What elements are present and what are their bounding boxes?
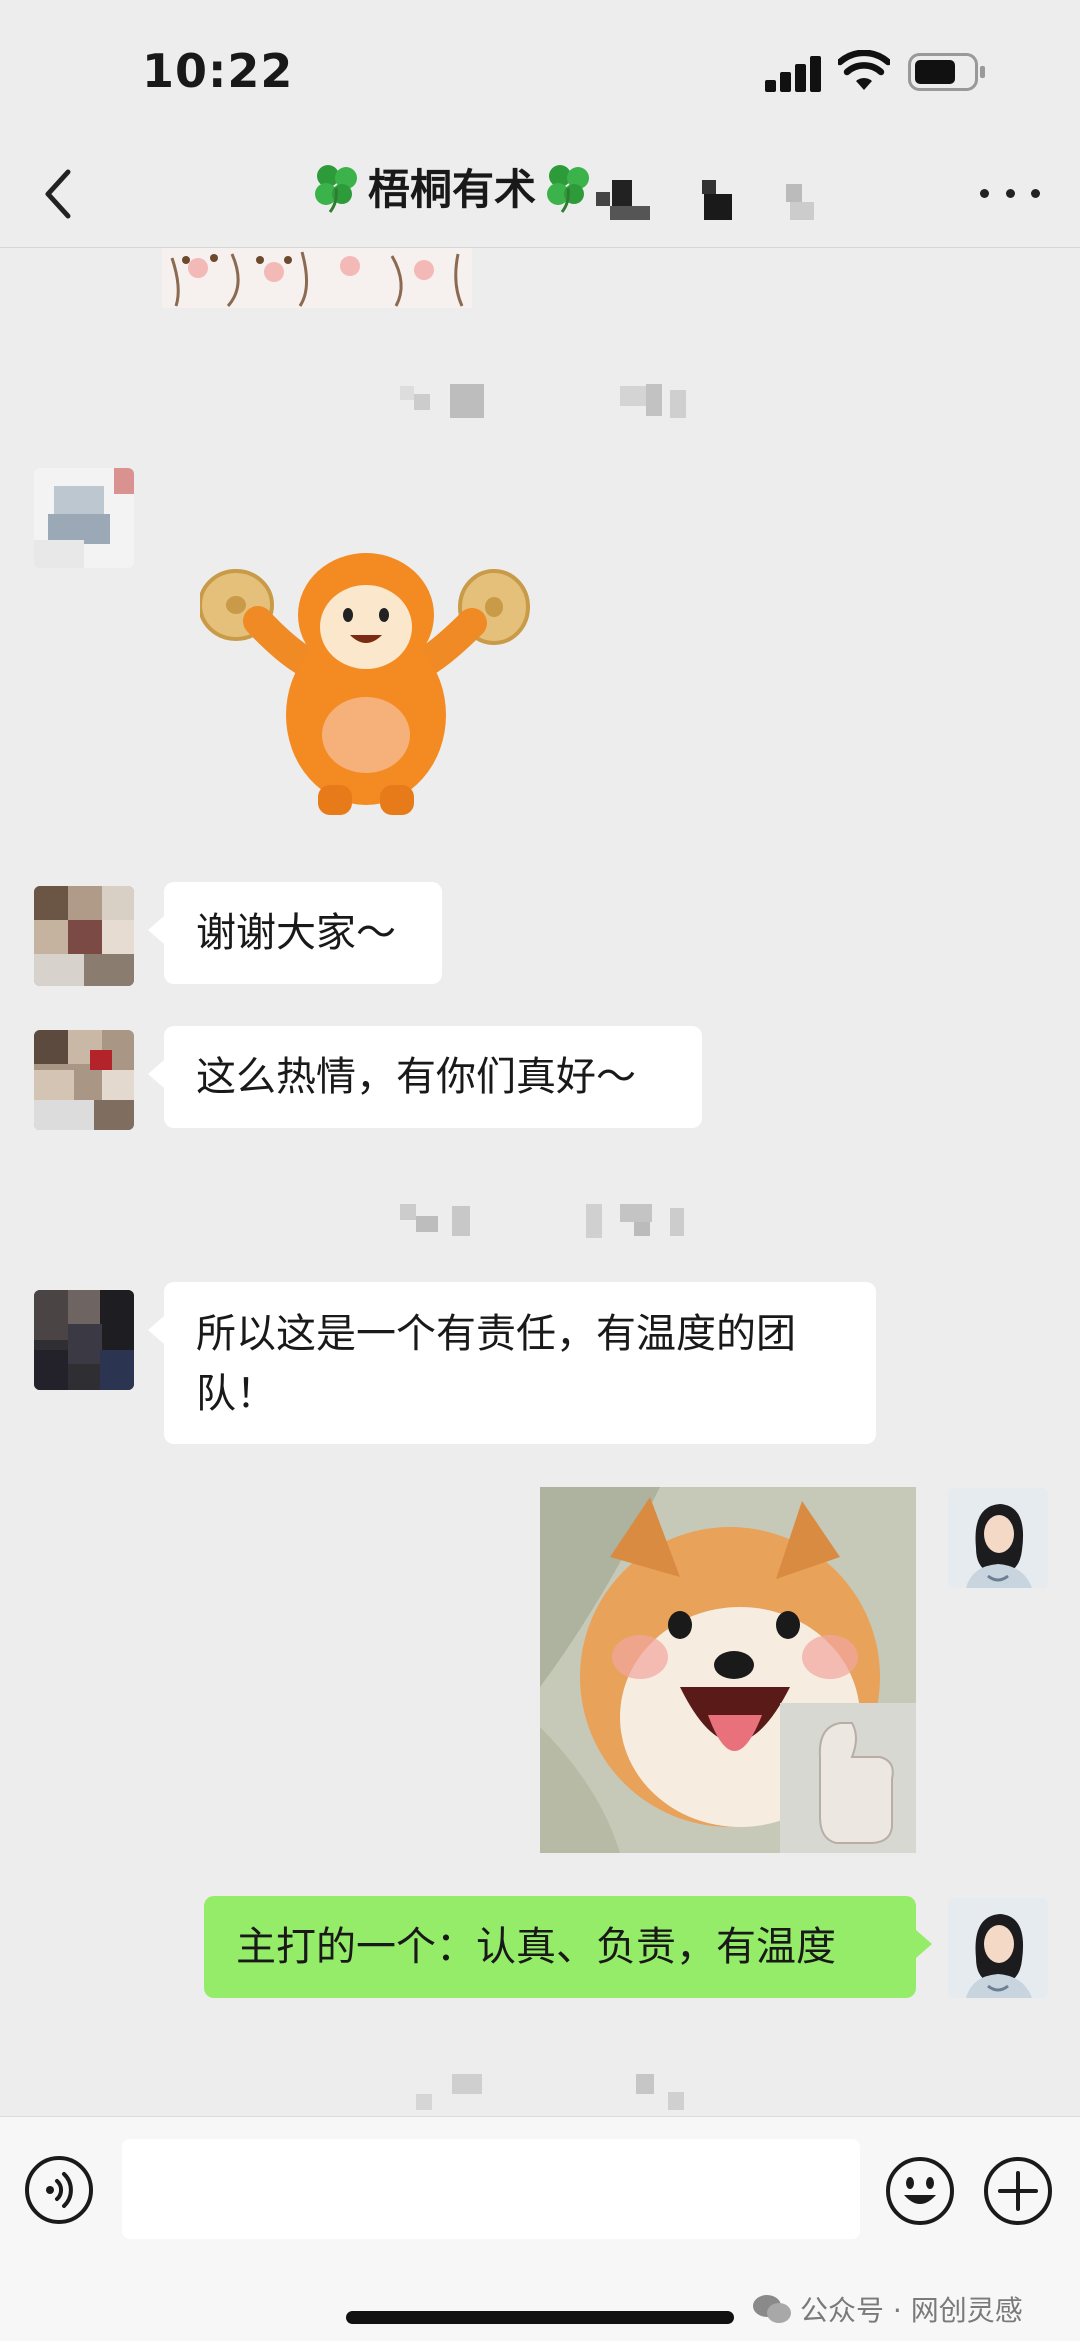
monkey-cymbals-sticker: [200, 553, 530, 815]
message-bubble[interactable]: 谢谢大家～: [148, 882, 442, 984]
status-time: 10:22: [142, 44, 294, 98]
cellular-signal-icon: [765, 56, 823, 92]
chat-title-text: 梧桐有术: [368, 164, 537, 214]
redacted-member-count: [596, 180, 826, 220]
message-bubble[interactable]: 这么热情，有你们真好～: [148, 1026, 702, 1128]
chat-header: 梧桐有术: [0, 140, 1080, 248]
user-portrait-icon: [948, 1488, 1048, 1588]
user-portrait-icon: [948, 1898, 1048, 1998]
redacted-timestamp: [416, 2074, 696, 2110]
my-avatar[interactable]: [948, 1488, 1048, 1588]
watermark: 公众号 · 网创灵感: [752, 2289, 1023, 2329]
message-bubble[interactable]: 所以这是一个有责任，有温度的团队！: [148, 1282, 876, 1444]
status-bar: 10:22: [0, 0, 1080, 140]
message-text: 谢谢大家～: [196, 910, 396, 956]
message-text: 这么热情，有你们真好～: [196, 1054, 636, 1100]
cat-sticker-partial: [162, 248, 472, 308]
message-bubble-sent[interactable]: 主打的一个：认真、负责，有温度: [204, 1896, 932, 1998]
more-dots-icon[interactable]: [980, 168, 1040, 218]
home-indicator[interactable]: [346, 2311, 734, 2324]
avatar[interactable]: [34, 1290, 134, 1390]
message-text: 所以这是一个有责任，有温度的团队！: [196, 1311, 796, 1417]
clover-icon: [315, 165, 357, 213]
clover-icon: [547, 165, 590, 213]
battery-icon: [908, 53, 985, 91]
wechat-logo-icon: [753, 2295, 791, 2323]
chevron-left-icon[interactable]: [30, 158, 90, 228]
avatar[interactable]: [34, 468, 134, 568]
plus-icon[interactable]: [982, 2155, 1054, 2227]
my-avatar[interactable]: [948, 1898, 1048, 1998]
avatar[interactable]: [34, 886, 134, 986]
chat-title[interactable]: 梧桐有术: [308, 156, 596, 216]
redacted-timestamp: [400, 384, 700, 418]
message-input[interactable]: [122, 2139, 860, 2239]
voice-icon[interactable]: [24, 2155, 94, 2225]
wifi-icon: [838, 50, 890, 90]
shiba-dog-thumbs-up-image[interactable]: [540, 1487, 916, 1853]
emoji-icon[interactable]: [884, 2155, 956, 2227]
avatar[interactable]: [34, 1030, 134, 1130]
watermark-text: 公众号 · 网创灵感: [800, 2294, 1023, 2327]
input-bar: 公众号 · 网创灵感: [0, 2116, 1080, 2341]
message-text: 主打的一个：认真、负责，有温度: [236, 1924, 836, 1970]
redacted-timestamp: [400, 1204, 700, 1238]
